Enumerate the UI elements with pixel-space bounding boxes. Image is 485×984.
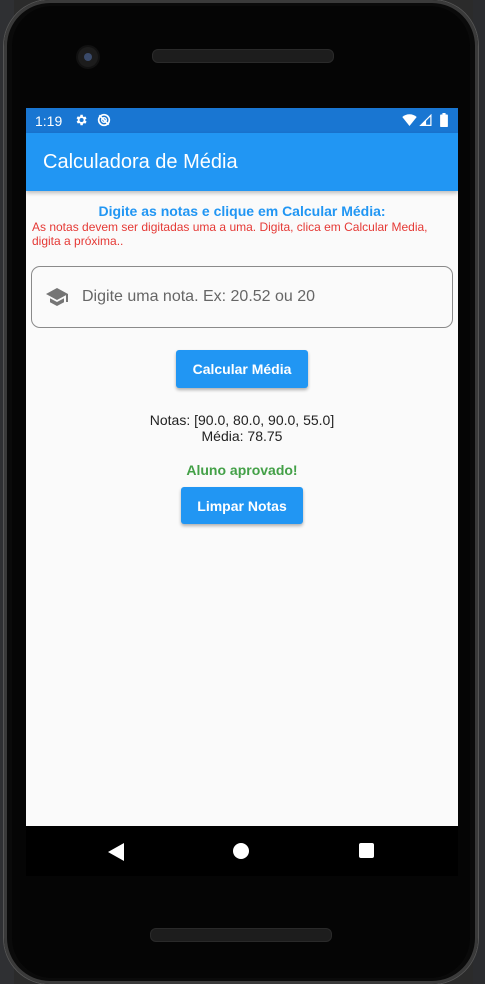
school-icon [46,288,68,306]
battery-icon [440,113,448,127]
signal-icon [419,114,432,126]
result-status: Aluno aprovado! [186,462,298,478]
calculate-average-button[interactable]: Calcular Média [176,350,308,388]
instructions-heading: Digite as notas e clique em Calcular Méd… [98,203,386,219]
top-speaker [152,49,334,63]
wifi-icon [402,114,417,126]
grade-input[interactable] [80,284,444,310]
front-camera [78,47,98,67]
status-time: 1:19 [35,113,63,129]
back-icon[interactable] [108,843,124,861]
grade-input-container[interactable] [31,266,453,328]
sync-disabled-icon [97,113,111,127]
gear-icon [76,114,87,126]
page-title: Calculadora de Média [43,151,238,173]
app-screen: 1:19 Calculadora de Média Digite as nota… [26,108,458,826]
clear-notes-button[interactable]: Limpar Notas [181,487,303,524]
app-bar: Calculadora de Média [26,133,458,191]
recent-apps-icon[interactable] [359,843,374,858]
average-value: Média: 78.75 [201,428,283,444]
home-icon[interactable] [233,843,249,859]
system-nav-bar [26,826,458,876]
status-bar: 1:19 [26,108,458,133]
instructions-text: As notas devem ser digitadas uma a uma. … [32,220,428,248]
bottom-speaker [150,928,332,942]
notes-list: Notas: [90.0, 80.0, 90.0, 55.0] [149,412,335,428]
